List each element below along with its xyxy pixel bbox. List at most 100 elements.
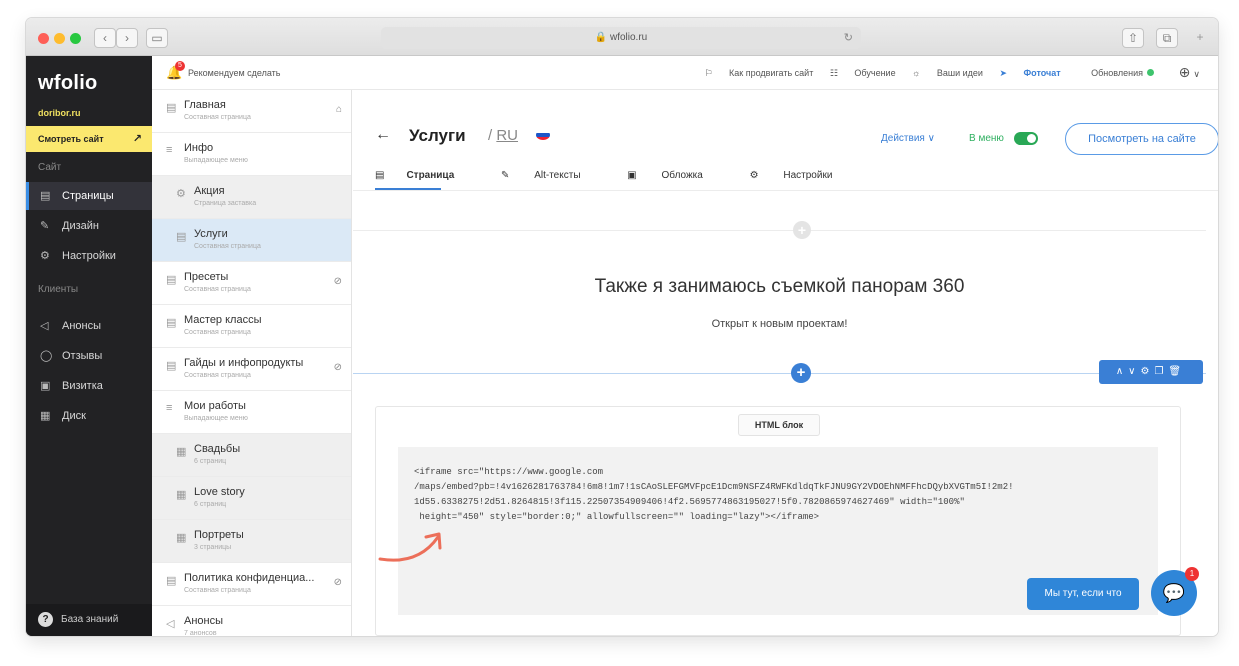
page-icon: ▤ [166, 317, 177, 329]
gear-icon: ⚙ [40, 250, 50, 262]
address-bar[interactable]: 🔒 wfolio.ru ↻ [381, 27, 861, 49]
chat-badge: 1 [1185, 567, 1199, 581]
knowledge-base-link[interactable]: ? База знаний [26, 604, 152, 636]
view-on-site-button[interactable]: Посмотреть на сайте [1065, 123, 1218, 155]
gallery-icon: ▦ [176, 446, 187, 458]
minimize-window-button[interactable] [54, 33, 65, 44]
sidebar-item-announcements[interactable]: ◁ Анонсы [26, 312, 152, 340]
block-toolbar[interactable]: ∧∨⚙❐🗑 [1099, 360, 1203, 384]
chat-icon: ◯ [40, 350, 53, 362]
page-list-item[interactable]: ⚙ Акция Страница заставка [152, 176, 351, 219]
page-list-item[interactable]: ◁ Анонсы 7 анонсов [152, 606, 351, 636]
card-icon: ▣ [40, 380, 51, 392]
tab-page[interactable]: ▤ Страница [375, 170, 476, 181]
sidebar-item-design[interactable]: ✎ Дизайн [26, 212, 152, 240]
ideas-link[interactable]: ☼ Ваши идеи [912, 68, 983, 78]
page-list-item[interactable]: ≡ Инфо Выпадающее меню [152, 133, 351, 176]
recommend-link[interactable]: Рекомендуем сделать [188, 68, 281, 78]
reload-icon[interactable]: ↻ [844, 27, 853, 49]
page-subtitle-label: Страница заставка [194, 200, 257, 207]
sidebar-item-pages[interactable]: ▤ Страницы [26, 182, 152, 210]
page-list-item[interactable]: ▤ Пресеты Составная страница ⊘ [152, 262, 351, 305]
page-list-item[interactable]: ▦ Свадьбы 6 страниц [152, 434, 351, 477]
arrow-annotation [378, 532, 442, 562]
sidebar-item-settings[interactable]: ⚙ Настройки [26, 242, 152, 270]
notification-badge: 5 [175, 61, 185, 71]
hidden-eye-icon: ⊘ [333, 577, 342, 588]
close-window-button[interactable] [38, 33, 49, 44]
knowledge-base-label: База знаний [61, 614, 119, 625]
fotochat-link[interactable]: ➤ Фоточат [999, 68, 1060, 78]
updates-link[interactable]: Обновления [1077, 68, 1154, 78]
page-list-item[interactable]: ▤ Услуги Составная страница [152, 219, 351, 262]
help-icon: ? [38, 612, 53, 627]
forward-icon[interactable]: › [116, 28, 138, 48]
page-list-item[interactable]: ▤ Политика конфиденциа... Составная страни… [152, 563, 351, 606]
page-list-item[interactable]: ▦ Портреты 3 страницы [152, 520, 351, 563]
tabs-icon[interactable]: ⧉ [1156, 28, 1178, 48]
page-list-item[interactable]: ▦ Love story 6 страниц [152, 477, 351, 520]
menu-icon: ≡ [166, 144, 173, 156]
section-site-label: Сайт [38, 162, 62, 173]
language-selector[interactable]: / RU [488, 127, 518, 144]
sidebar-item-label: Визитка [62, 380, 103, 392]
app-logo[interactable]: wfolio [38, 72, 98, 95]
in-menu-toggle[interactable] [1014, 132, 1038, 145]
page-title-label: Мои работы [184, 400, 246, 412]
view-site-button[interactable]: Смотреть сайт ↗ [26, 126, 152, 152]
page-title-label: Политика конфиденциа... [184, 572, 315, 584]
chevron-down-icon: ∨ [1193, 69, 1200, 79]
sidebar-item-label: Страницы [62, 190, 114, 202]
page-title-label: Пресеты [184, 271, 229, 283]
page-icon: ⚙ [176, 188, 186, 200]
address-url: wfolio.ru [609, 32, 648, 43]
zoom-window-button[interactable] [70, 33, 81, 44]
gallery-icon: ▦ [176, 489, 187, 501]
page-list-item[interactable]: ▤ Мастер классы Составная страница [152, 305, 351, 348]
user-icon: ⊕ [1178, 64, 1191, 80]
back-arrow-icon[interactable]: ← [375, 126, 391, 144]
chat-bubble-glyph: 💬 [1162, 583, 1186, 603]
back-icon[interactable]: ‹ [94, 28, 116, 48]
section-clients-label: Клиенты [38, 284, 79, 295]
add-block-button-active[interactable]: + [791, 363, 811, 383]
page-icon: ▤ [176, 231, 187, 243]
block-subheading[interactable]: Открыт к новым проектам! [353, 318, 1206, 330]
bell-icon[interactable]: 🔔 5 [166, 61, 185, 81]
page-subtitle-label: 7 анонсов [184, 630, 217, 636]
tab-cover[interactable]: ▣ Обложка [627, 170, 725, 181]
browser-window: ‹ › ▭ 🔒 wfolio.ru ↻ ⇧ ⧉ + wfolio doribor… [26, 18, 1218, 636]
sidebar-item-reviews[interactable]: ◯ Отзывы [26, 342, 152, 370]
share-icon[interactable]: ⇧ [1122, 28, 1144, 48]
page-icon: ▤ [40, 190, 51, 202]
chat-prompt-button[interactable]: Мы тут, если что [1027, 578, 1139, 610]
home-icon: ⌂ [335, 104, 342, 115]
page-subtitle-label: Составная страница [184, 372, 251, 379]
new-tab-icon[interactable]: + [1190, 28, 1210, 48]
pages-list: ▤ Главная Составная страница ⌂ ≡ Инфо Выпадающ… [152, 90, 352, 636]
tab-settings[interactable]: ⚙ Настройки [750, 170, 855, 181]
chat-icon[interactable]: 💬 1 [1151, 567, 1199, 616]
page-subtitle-label: Составная страница [184, 286, 251, 293]
menu-icon: ≡ [166, 402, 173, 414]
sidebar-toggle-icon[interactable]: ▭ [146, 28, 168, 48]
page-list-item[interactable]: ≡ Мои работы Выпадающее меню [152, 391, 351, 434]
actions-dropdown[interactable]: Действия ∨ [881, 133, 935, 144]
block-heading[interactable]: Также я занимаюсь съемкой панорам 360 [353, 276, 1206, 298]
learning-link[interactable]: ☷ Обучение [830, 68, 896, 78]
tabs-divider [353, 190, 1218, 191]
page-title-label: Свадьбы [194, 443, 241, 455]
user-menu[interactable]: ⊕ ∨ [1179, 64, 1200, 81]
promote-link[interactable]: ⚐ Как продвигать сайт [704, 68, 813, 78]
page-list-item[interactable]: ▤ Гайды и инфопродукты Составная страница ⊘ [152, 348, 351, 391]
add-block-button[interactable]: + [793, 221, 811, 239]
hidden-eye-icon: ⊘ [333, 362, 342, 373]
page-subtitle-label: Выпадающее меню [184, 157, 248, 164]
page-subtitle-label: 6 страниц [194, 458, 227, 465]
sidebar-item-disk[interactable]: ▦ Диск [26, 402, 152, 430]
sidebar-item-card[interactable]: ▣ Визитка [26, 372, 152, 400]
page-title-label: Мастер классы [184, 314, 262, 326]
page-title-label: Портреты [194, 529, 244, 541]
page-list-item[interactable]: ▤ Главная Составная страница ⌂ [152, 90, 351, 133]
tab-alt-texts[interactable]: ✎ Alt-тексты [501, 170, 602, 181]
